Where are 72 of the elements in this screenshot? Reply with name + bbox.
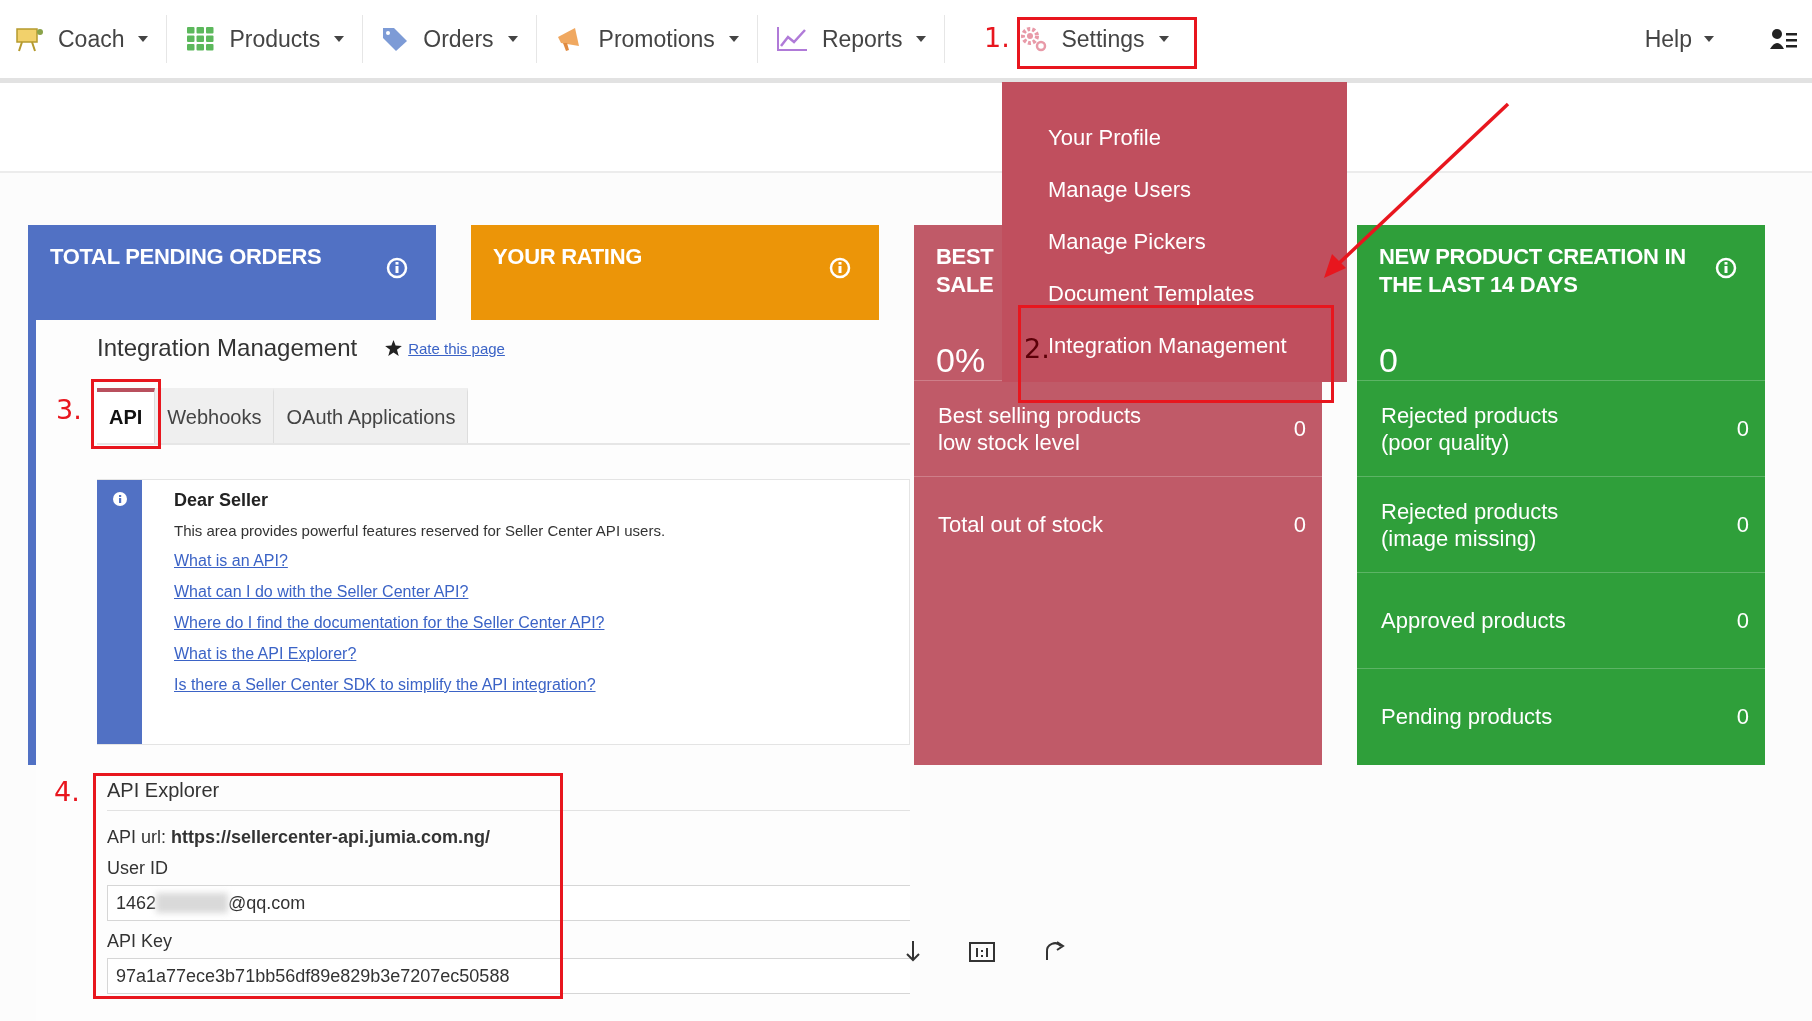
stat-value: 0: [1736, 415, 1749, 442]
grid-icon: [185, 26, 216, 52]
caret-icon: [334, 36, 345, 42]
card-title: YOUR RATING: [493, 243, 643, 271]
stat-label: Rejected products (image missing): [1381, 497, 1559, 552]
card-title: NEW PRODUCT CREATION IN THE LAST 14 DAYS: [1379, 243, 1687, 299]
caret-icon: [507, 36, 518, 42]
menu-item[interactable]: Manage Users: [1002, 164, 1347, 216]
nav-menu-button[interactable]: Products: [167, 15, 364, 63]
caret-icon: [916, 36, 927, 42]
nav-menu-button[interactable]: Settings: [1007, 15, 1181, 63]
highlight-box: [91, 379, 161, 449]
tab[interactable]: API: [97, 388, 156, 443]
help-link[interactable]: Is there a Seller Center SDK to simplify the API integration?: [174, 676, 666, 694]
stat-label: Total out of stock: [938, 511, 1104, 538]
info-icon: [112, 492, 127, 506]
help-link[interactable]: What is the API Explorer?: [174, 645, 666, 663]
download-arrow-icon[interactable]: [905, 940, 921, 962]
field-label: User ID: [107, 858, 169, 879]
step-number: 2.: [1024, 333, 1050, 364]
menu-item[interactable]: Manage Pickers: [1002, 216, 1347, 268]
nav-menu-button[interactable]: Coach: [10, 15, 168, 63]
stat-value: 0: [1736, 607, 1749, 634]
api-url-text: API url: https://sellercenter-api.jumia.com.ng/: [107, 827, 492, 848]
page-title: Integration Management: [97, 334, 358, 362]
card-value: 0%: [936, 341, 986, 380]
step-number: 1.: [984, 22, 1010, 53]
stat-label: Best selling products low stock level: [938, 401, 1141, 456]
step-number: 4.: [54, 776, 80, 807]
rotate-icon[interactable]: [1043, 940, 1067, 962]
caret-icon: [1158, 36, 1169, 42]
rate-link[interactable]: Rate this page: [408, 339, 505, 357]
stat-value: 0: [1736, 511, 1749, 538]
api-key-field[interactable]: 97a1a77ece3b71bb56df89e829b3e7207ec50588: [107, 958, 910, 994]
tag-icon: [381, 26, 410, 52]
caret-icon: [728, 36, 739, 42]
help-link[interactable]: Where do I find the documentation for the Seller Center API?: [174, 614, 666, 632]
nav-menu-button[interactable]: Reports: [757, 15, 946, 63]
user-list-icon[interactable]: [1770, 28, 1798, 50]
notice-heading: Dear Seller: [174, 490, 270, 511]
info-icon[interactable]: [1715, 257, 1737, 279]
field-label: API Key: [107, 931, 174, 952]
stat-value: 0: [1293, 415, 1306, 442]
notice-text: This area provides powerful features reserved for Seller Center API users.: [174, 522, 666, 539]
stat-value: 0: [1736, 703, 1749, 730]
step-number: 3.: [56, 394, 82, 425]
user-id-field[interactable]: 1462 @qq.com: [107, 885, 910, 921]
stat-label: Rejected products (poor quality): [1381, 401, 1559, 456]
easel-icon: [14, 26, 44, 52]
menu-item[interactable]: Document Templates: [1002, 268, 1347, 320]
section-heading: API Explorer: [107, 779, 910, 811]
star-icon: [385, 340, 403, 356]
card-value: 0: [1379, 341, 1398, 380]
tab[interactable]: OAuth Applications: [274, 388, 469, 443]
stat-label: Approved products: [1381, 607, 1566, 634]
card-title: BEST SALE: [936, 243, 994, 299]
tab[interactable]: Webhooks: [155, 388, 275, 443]
gears-icon: [1019, 26, 1048, 52]
stat-label: Pending products: [1381, 703, 1553, 730]
help-link[interactable]: What is an API?: [174, 552, 666, 570]
nav-menu-button[interactable]: Promotions: [536, 15, 758, 63]
stat-value: 0: [1293, 511, 1306, 538]
caret-icon: [1704, 36, 1714, 42]
menu-item[interactable]: Your Profile: [1002, 112, 1347, 164]
help-link[interactable]: What can I do with the Seller Center API?: [174, 583, 666, 601]
actual-size-icon[interactable]: [969, 940, 995, 962]
info-icon[interactable]: [386, 257, 408, 279]
help-menu-button[interactable]: Help: [1638, 24, 1720, 54]
nav-menu-button[interactable]: Orders: [363, 15, 537, 63]
card-title: TOTAL PENDING ORDERS: [50, 243, 322, 271]
caret-icon: [138, 36, 149, 42]
line-chart-icon: [775, 26, 808, 52]
